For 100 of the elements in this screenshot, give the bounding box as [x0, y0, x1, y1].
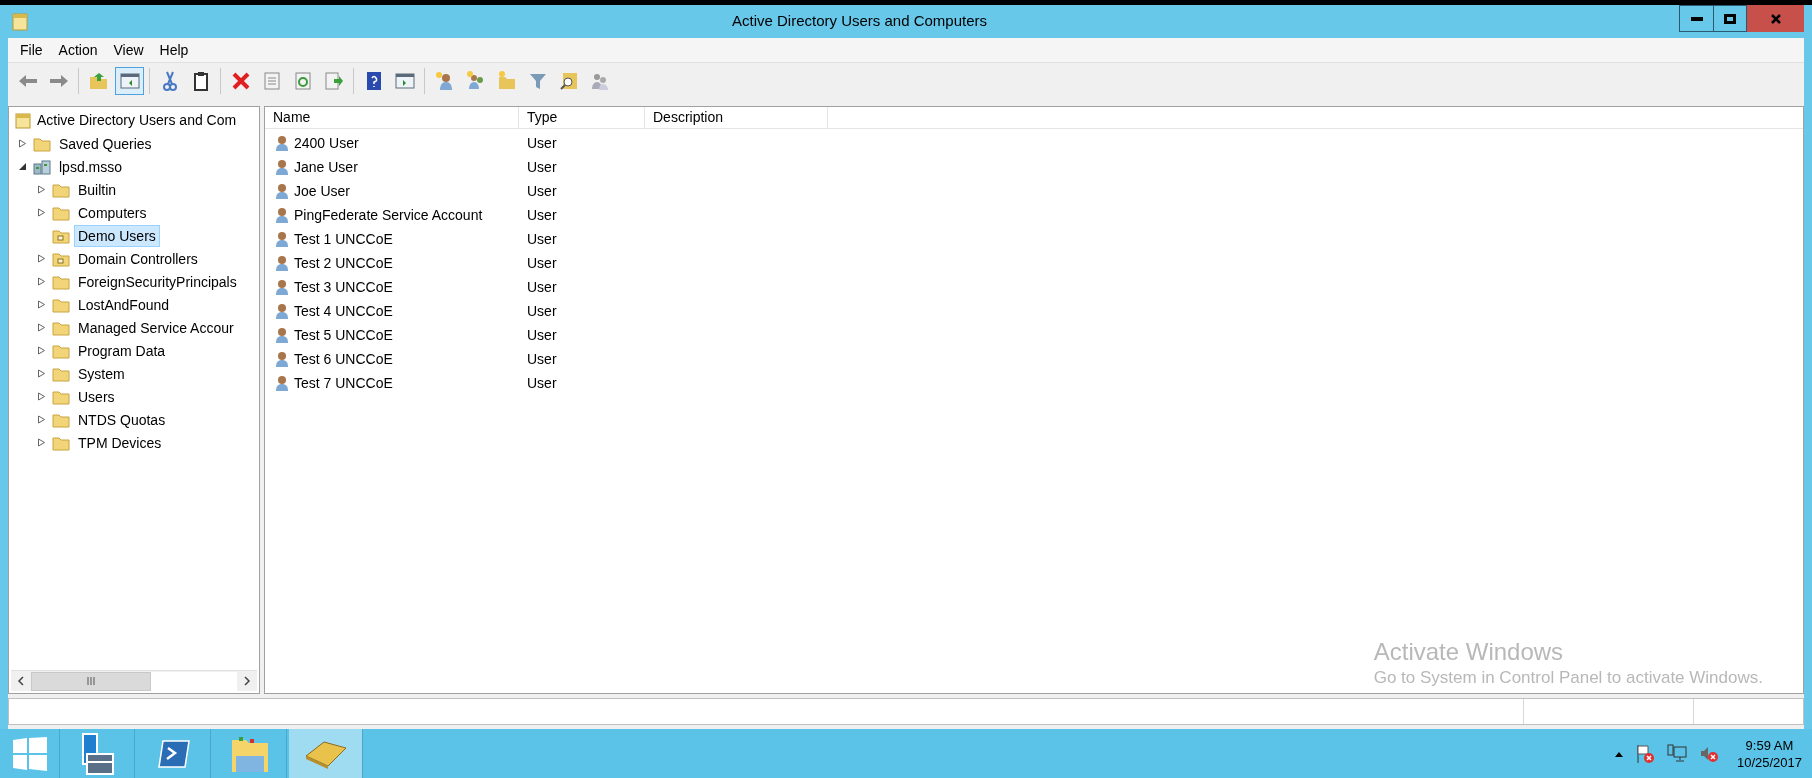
user-icon [275, 350, 289, 368]
tree-item[interactable]: Active Directory Users and Com [37, 110, 237, 131]
expand-arrow-icon[interactable] [36, 277, 46, 286]
expand-arrow-icon[interactable] [36, 369, 46, 378]
user-icon [275, 326, 289, 344]
user-icon [275, 374, 289, 392]
folder-icon [52, 296, 70, 313]
folder-icon [52, 319, 70, 336]
tree-item[interactable]: lpsd.msso [55, 155, 127, 178]
tree-item[interactable]: Demo Users [74, 224, 160, 247]
table-cell-text: Test 5 UNCCoE [294, 325, 393, 345]
expand-arrow-icon[interactable] [36, 438, 46, 447]
table-cell-text: User [526, 181, 557, 201]
menu-item[interactable]: Action [52, 39, 104, 61]
expand-arrow-icon[interactable] [36, 323, 46, 332]
expand-arrow-icon[interactable] [36, 300, 46, 309]
folder-icon [52, 434, 70, 451]
tree-item[interactable]: ForeignSecurityPrincipals [74, 270, 241, 293]
network-icon[interactable] [1666, 743, 1687, 764]
menu-item[interactable]: View [107, 39, 150, 61]
column-header[interactable]: Description [645, 107, 828, 128]
server-manager-icon [80, 731, 115, 776]
user-icon [275, 230, 289, 248]
maximize-icon [1724, 13, 1736, 24]
tree-item[interactable]: Domain Controllers [74, 247, 202, 270]
user-icon [275, 182, 289, 200]
console-tree-icon[interactable] [115, 66, 144, 95]
expand-arrow-icon[interactable] [36, 208, 46, 217]
tree-item[interactable]: Saved Queries [55, 132, 156, 155]
table-cell-text: Test 1 UNCCoE [294, 229, 393, 249]
expand-arrow-icon[interactable] [36, 254, 46, 263]
collapse-arrow-icon[interactable] [17, 162, 27, 171]
table-cell-text: Test 2 UNCCoE [294, 253, 393, 273]
folder-icon [52, 365, 70, 382]
folder-icon [52, 273, 70, 290]
table-cell-text: Test 6 UNCCoE [294, 349, 393, 369]
tree-item[interactable]: Program Data [74, 339, 170, 362]
domain-icon [33, 158, 51, 175]
table-cell-text: User [526, 253, 557, 273]
table-cell-text: User [526, 229, 557, 249]
close-icon [1769, 12, 1782, 25]
table-cell-text: Test 3 UNCCoE [294, 277, 393, 297]
table-cell-text: User [526, 301, 557, 321]
expand-arrow-icon[interactable] [36, 415, 46, 424]
show-hidden-icons-caret-icon[interactable] [1614, 750, 1623, 757]
tree-item[interactable]: NTDS Quotas [74, 408, 170, 431]
table-cell-text: User [526, 373, 557, 393]
folder-icon [52, 342, 70, 359]
expand-arrow-icon[interactable] [36, 185, 46, 194]
clock[interactable]: 9:59 AM 10/25/2017 [1736, 736, 1802, 771]
table-cell-text: Joe User [294, 181, 351, 201]
table-cell-text: User [526, 133, 557, 153]
app-icon [12, 12, 28, 31]
table-cell-text: User [526, 205, 557, 225]
folder-icon [52, 411, 70, 428]
user-icon [275, 278, 289, 296]
folder-icon [52, 181, 70, 198]
tree-item[interactable]: System [74, 362, 129, 385]
table-cell-text: User [526, 157, 557, 177]
table-cell-text: Jane User [294, 157, 358, 177]
tree-item[interactable]: Users [74, 385, 119, 408]
table-cell-text: PingFederate Service Account [294, 205, 483, 225]
table-cell-text: Test 4 UNCCoE [294, 301, 393, 321]
table-cell-text: User [526, 325, 557, 345]
horizontal-scrollbar[interactable] [11, 670, 257, 691]
tree-item[interactable]: TPM Devices [74, 431, 166, 454]
powershell-icon [156, 738, 191, 769]
folder-icon [33, 135, 51, 152]
flag-error-icon[interactable] [1634, 743, 1655, 764]
table-cell-text: User [526, 277, 557, 297]
column-header[interactable]: Name [265, 107, 519, 128]
user-icon [275, 158, 289, 176]
column-header[interactable]: Type [519, 107, 645, 128]
tree-item[interactable]: Builtin [74, 178, 121, 201]
minimize-button[interactable] [1679, 5, 1714, 32]
user-icon [275, 206, 289, 224]
activation-title: Activate Windows [1373, 637, 1565, 667]
folder-icon [52, 388, 70, 405]
window-title: Active Directory Users and Computers [731, 12, 988, 30]
expand-arrow-icon[interactable] [17, 139, 27, 148]
activation-message: Go to System in Control Panel to activate Windows. [1373, 667, 1763, 689]
menu-item[interactable]: File [14, 39, 49, 61]
folder-icon [52, 204, 70, 221]
tree-item[interactable]: LostAndFound [74, 293, 174, 316]
expand-arrow-icon[interactable] [36, 392, 46, 401]
table-cell-text: 2400 User [294, 133, 359, 153]
user-icon [275, 134, 289, 152]
minimize-icon [1690, 16, 1703, 21]
folder-icon [52, 227, 70, 244]
user-icon [275, 302, 289, 320]
windows-logo-icon [12, 736, 47, 771]
close-button[interactable] [1747, 5, 1804, 32]
table-cell-text: User [526, 349, 557, 369]
user-icon [275, 254, 289, 272]
menu-item[interactable]: Help [153, 39, 195, 61]
tree-item[interactable]: Computers [74, 201, 151, 224]
scroll-grip-icon [87, 677, 95, 685]
tree-item[interactable]: Managed Service Accour [74, 316, 238, 339]
folder-icon [52, 250, 70, 267]
expand-arrow-icon[interactable] [36, 346, 46, 355]
